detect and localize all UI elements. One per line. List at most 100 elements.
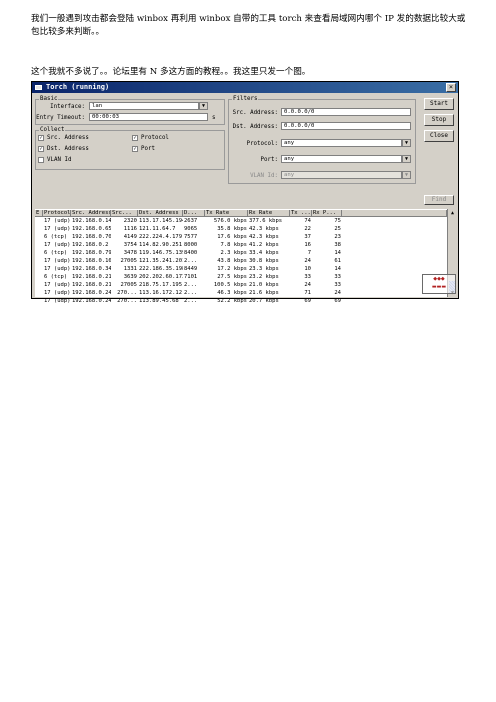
table-cell: 20.7 kbps <box>249 298 279 304</box>
table-cell: 2637 <box>184 218 198 224</box>
column-header[interactable]: Tx Rate <box>205 210 248 216</box>
table-cell: 24 <box>304 258 311 264</box>
table-row[interactable]: 17 (udp) 192.168.0.34 1331 222.186.35.198 84… <box>35 265 447 273</box>
find-button[interactable]: Find <box>424 195 454 205</box>
table-cell: 7577 <box>184 234 198 240</box>
protocol-filter-field[interactable]: any <box>281 139 402 147</box>
table-cell: 24 <box>304 282 311 288</box>
table-row[interactable]: 17 (udp) 192.168.0.2 3754 114.82.90.251 8000… <box>35 241 447 249</box>
table-cell: 52.2 kbps <box>217 298 247 304</box>
interface-field[interactable]: lan <box>89 102 199 110</box>
column-header[interactable]: Src. Address <box>71 210 111 216</box>
table-cell: 17 (udp) <box>44 226 71 232</box>
table-row[interactable]: 17 (udp) 192.168.0.247 270... 113.16.172.12… <box>35 289 447 297</box>
table-cell: 2... <box>184 298 198 304</box>
table-row[interactable]: 17 (udp) 192.168.0.247 270... 113.89.45.68 2… <box>35 297 447 305</box>
interface-dropdown-icon[interactable]: ▼ <box>199 102 208 110</box>
table-cell: 17 (udp) <box>44 218 71 224</box>
table-cell: 9065 <box>184 226 198 232</box>
column-header[interactable]: Src... <box>111 210 138 216</box>
window-title: Torch (running) <box>46 83 110 91</box>
note-paragraph: 这个我就不多说了。。论坛里有 N 多这方面的教程。。我这里只发一个图。 <box>31 67 311 77</box>
table-cell: 192.168.0.247 <box>72 290 111 296</box>
port-dropdown-icon[interactable]: ▼ <box>402 155 411 163</box>
table-cell: 7101 <box>184 274 198 280</box>
port-filter-field[interactable]: any <box>281 155 402 163</box>
stop-button[interactable]: Stop <box>424 114 454 126</box>
dst-address-filter-label: Dst. Address: <box>232 124 278 130</box>
table-cell: 38 <box>334 242 341 248</box>
table-cell <box>35 281 43 289</box>
table-cell: 22 <box>304 226 311 232</box>
table-row[interactable]: 17 (udp) 192.168.0.161 27005 121.35.241.201… <box>35 257 447 265</box>
table-cell: 218.75.17.195 <box>139 282 183 288</box>
column-header[interactable] <box>342 210 447 216</box>
column-header[interactable]: Protocol <box>43 210 71 216</box>
table-cell: 43.8 kbps <box>217 258 247 264</box>
table-cell: 42.3 kbps <box>249 226 279 232</box>
table-row[interactable]: 6 (tcp) 192.168.0.218 3639 202.202.60.173 71… <box>35 273 447 281</box>
table-cell: 17 (udp) <box>44 242 71 248</box>
table-cell: 23.3 kbps <box>249 266 279 272</box>
column-header[interactable]: Tx ... <box>290 210 312 216</box>
src-address-filter-label: Src. Address: <box>232 110 278 116</box>
src-address-checkbox[interactable]: ✓ <box>38 135 44 141</box>
table-cell: 192.168.0.145 <box>72 218 111 224</box>
table-cell: 222.186.35.198 <box>139 266 183 272</box>
table-cell: 27005 <box>120 258 137 264</box>
table-cell: 192.168.0.161 <box>72 258 111 264</box>
table-cell: 3478 <box>123 250 137 256</box>
close-icon[interactable]: × <box>446 83 456 92</box>
table-cell: 6 (tcp) <box>44 234 68 240</box>
start-button[interactable]: Start <box>424 98 454 110</box>
table-header: E Protocol Src. Address Src... Dst. Addr… <box>35 209 447 217</box>
entry-timeout-field[interactable]: 00:00:03 <box>89 113 208 121</box>
dst-address-filter-field[interactable]: 0.0.0.0/0 <box>281 122 411 130</box>
table-cell: 42.3 kbps <box>249 234 279 240</box>
title-bar[interactable]: Torch (running) × <box>32 82 458 93</box>
table-row[interactable]: 6 (tcp) 192.168.0.70 4149 222.224.4.179 7577… <box>35 233 447 241</box>
column-header[interactable]: D... <box>183 210 205 216</box>
entry-timeout-unit: s <box>212 115 216 121</box>
port-check-label: Port <box>141 146 155 152</box>
table-cell <box>35 225 43 233</box>
protocol-checkbox[interactable]: ✓ <box>132 135 138 141</box>
table-row[interactable]: 17 (udp) 192.168.0.219 27005 218.75.17.195 2… <box>35 281 447 289</box>
port-checkbox[interactable]: ✓ <box>132 146 138 152</box>
table-row[interactable]: 17 (udp) 192.168.0.65 1116 121.11.64.7 9065 3… <box>35 225 447 233</box>
table-cell: 23.2 kbps <box>249 274 279 280</box>
scroll-up-icon[interactable]: ▲ <box>448 209 457 217</box>
close-button[interactable]: Close <box>424 130 454 142</box>
column-header[interactable]: Dst. Address <box>138 210 183 216</box>
column-header[interactable]: Rx Rate <box>248 210 290 216</box>
table-cell: 3754 <box>123 242 137 248</box>
column-header[interactable]: Rx P... <box>312 210 342 216</box>
table-cell: 46.3 kbps <box>217 290 247 296</box>
table-cell: 202.202.60.173 <box>139 274 183 280</box>
table-row[interactable]: 6 (tcp) 192.168.0.79 3478 119.146.75.139 840… <box>35 249 447 257</box>
table-cell: 1331 <box>123 266 137 272</box>
table-cell: 1116 <box>123 226 137 232</box>
table-cell <box>35 257 43 265</box>
src-address-filter-field[interactable]: 0.0.0.0/0 <box>281 108 411 116</box>
src-address-check-label: Src. Address <box>47 135 89 141</box>
table-row[interactable]: 17 (udp) 192.168.0.145 2320 113.17.145.194 2… <box>35 217 447 225</box>
table-cell: 119.146.75.139 <box>139 250 183 256</box>
table-cell: 23 <box>334 234 341 240</box>
table-cell: 30.8 kbps <box>249 258 279 264</box>
table-cell: 21.6 kbps <box>249 290 279 296</box>
table-cell: 24 <box>334 290 341 296</box>
table-cell: 8449 <box>184 266 198 272</box>
table-cell: 192.168.0.34 <box>72 266 111 272</box>
table-cell: 6 (tcp) <box>44 250 68 256</box>
table-cell: 41.2 kbps <box>249 242 279 248</box>
protocol-dropdown-icon[interactable]: ▼ <box>402 139 411 147</box>
dst-address-checkbox[interactable]: ✓ <box>38 146 44 152</box>
table-cell: 192.168.0.2 <box>72 242 109 248</box>
table-cell: 25 <box>334 226 341 232</box>
column-header[interactable]: E <box>35 210 43 216</box>
intro-paragraph: 我们一般遇到攻击都会登陆 winbox 再利用 winbox 自带的工具 tor… <box>31 14 466 37</box>
vlan-id-checkbox[interactable] <box>38 157 44 163</box>
table-cell: 270... <box>117 290 137 296</box>
table-cell: 121.35.241.201 <box>139 258 183 264</box>
